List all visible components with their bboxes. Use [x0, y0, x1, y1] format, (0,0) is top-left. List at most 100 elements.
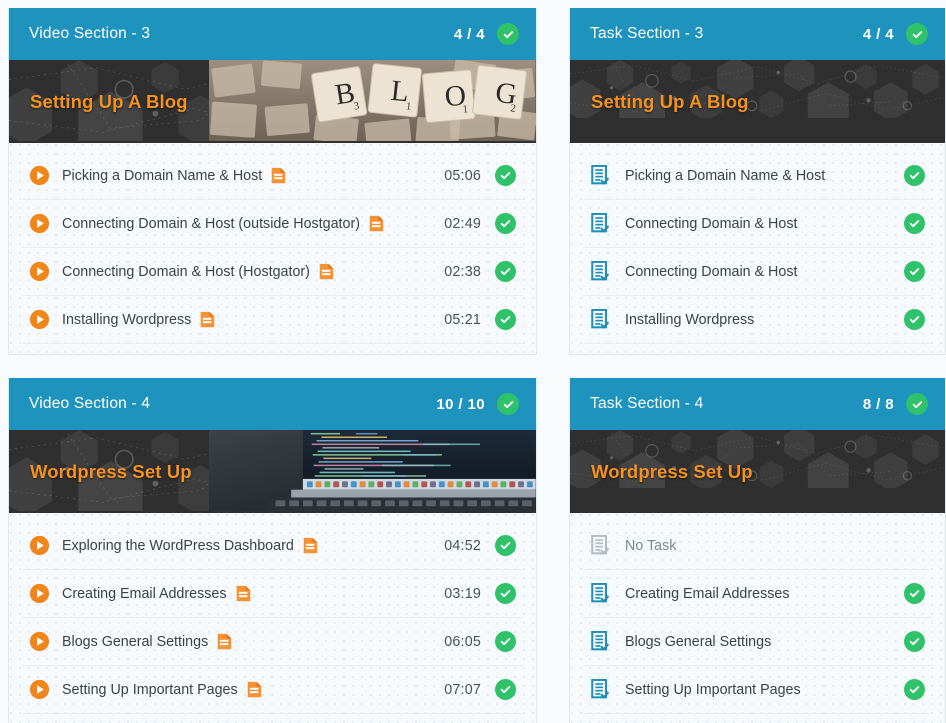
- task-list-item[interactable]: Installing Wordpress: [583, 296, 932, 344]
- completed-check-icon: [495, 583, 516, 604]
- item-label: Creating Email Addresses: [62, 585, 227, 602]
- task-document-icon[interactable]: [589, 164, 611, 187]
- video-list-item[interactable]: Exploring the WordPress Dashboard 04:52: [22, 522, 523, 570]
- task-list-item[interactable]: Connecting Domain & Host: [583, 248, 932, 296]
- play-icon[interactable]: [28, 213, 50, 235]
- play-icon[interactable]: [28, 261, 50, 283]
- completed-check-icon: [906, 23, 928, 45]
- item-duration: 02:49: [444, 215, 481, 232]
- lesson-list: Exploring the WordPress Dashboard 04:52 Cr…: [9, 513, 536, 723]
- completed-check-icon: [904, 309, 925, 330]
- video-list-item[interactable]: Connecting Domain & Host (Hostgator) 02:3…: [22, 248, 523, 296]
- video-list-item[interactable]: Picking a Domain Name & Host 05:06: [22, 152, 523, 200]
- item-duration: 05:21: [444, 311, 481, 328]
- item-label: Blogs General Settings: [625, 633, 772, 650]
- banner-title: Setting Up A Blog: [591, 90, 749, 112]
- list-top-spacer: [22, 143, 523, 152]
- item-duration: 07:07: [444, 681, 481, 698]
- panel-header[interactable]: Video Section - 3 4 / 4: [9, 8, 536, 60]
- completed-check-icon: [904, 583, 925, 604]
- list-top-spacer: [583, 143, 932, 152]
- panel-title: Video Section - 3: [29, 25, 151, 42]
- item-label: Setting Up Important Pages: [62, 681, 238, 698]
- panel-header[interactable]: Video Section - 4 10 / 10: [9, 378, 536, 430]
- item-duration: 04:52: [444, 537, 481, 554]
- section-panel-task-section-3: Task Section - 3 4 / 4 Setting Up A Blog Pi…: [569, 8, 946, 355]
- attachment-document-icon[interactable]: [236, 585, 251, 602]
- task-document-icon[interactable]: [589, 212, 611, 235]
- item-label: Connecting Domain & Host: [625, 215, 798, 232]
- completed-check-icon: [904, 261, 925, 282]
- completed-check-icon: [495, 261, 516, 282]
- item-duration: 03:19: [444, 585, 481, 602]
- list-bottom-spacer: [583, 344, 932, 354]
- completed-check-icon: [904, 679, 925, 700]
- task-document-icon[interactable]: [589, 260, 611, 283]
- completed-check-icon: [495, 631, 516, 652]
- item-label: Connecting Domain & Host (Hostgator): [62, 263, 310, 280]
- list-top-spacer: [583, 513, 932, 522]
- task-document-icon[interactable]: [589, 582, 611, 605]
- task-document-icon[interactable]: [589, 678, 611, 701]
- item-label: Creating Email Addresses: [625, 585, 790, 602]
- lesson-list: No Task Creating Email Addresses Blogs Gen…: [570, 513, 945, 723]
- task-document-icon[interactable]: [589, 534, 611, 557]
- play-icon[interactable]: [28, 583, 50, 605]
- play-icon[interactable]: [28, 535, 50, 557]
- panel-header[interactable]: Task Section - 4 8 / 8: [570, 378, 945, 430]
- video-list-item[interactable]: Setting Up Important Pages 07:07: [22, 666, 523, 714]
- play-icon[interactable]: [28, 679, 50, 701]
- attachment-document-icon[interactable]: [319, 263, 334, 280]
- attachment-document-icon[interactable]: [271, 167, 286, 184]
- panel-title: Task Section - 4: [590, 395, 704, 412]
- video-list-item[interactable]: Blogs General Settings 06:05: [22, 618, 523, 666]
- item-label: Picking a Domain Name & Host: [62, 167, 263, 184]
- panel-progress-count: 10 / 10: [436, 395, 485, 413]
- scrabble-blog-tiles-photo: B3 L1 O1 G2: [209, 60, 536, 142]
- item-label: Installing Wordpress: [625, 311, 755, 328]
- attachment-document-icon[interactable]: [217, 633, 232, 650]
- task-document-icon[interactable]: [589, 308, 611, 331]
- attachment-document-icon[interactable]: [369, 215, 384, 232]
- completed-check-icon: [495, 165, 516, 186]
- item-label: Connecting Domain & Host: [625, 263, 798, 280]
- task-list-item[interactable]: No Task: [583, 522, 932, 570]
- panel-title: Task Section - 3: [590, 25, 704, 42]
- task-document-icon[interactable]: [589, 630, 611, 653]
- completed-check-icon: [495, 213, 516, 234]
- laptop-code-photo: [209, 430, 536, 512]
- section-panel-video-section-4: Video Section - 4 10 / 10 Wordpress Set Up…: [8, 378, 537, 723]
- task-list-item[interactable]: Creating Email Addresses: [583, 570, 932, 618]
- play-icon[interactable]: [28, 165, 50, 187]
- panel-progress-count: 4 / 4: [862, 25, 894, 43]
- completed-check-icon: [904, 213, 925, 234]
- panel-progress-count: 4 / 4: [453, 25, 485, 43]
- completed-check-icon: [904, 631, 925, 652]
- list-top-spacer: [22, 513, 523, 522]
- item-label: Setting Up Important Pages: [625, 681, 801, 698]
- play-icon[interactable]: [28, 309, 50, 331]
- item-label: Exploring the WordPress Dashboard: [62, 537, 294, 554]
- task-list-item[interactable]: Setting Up Important Pages: [583, 666, 932, 714]
- video-list-item[interactable]: Creating Email Addresses 03:19: [22, 570, 523, 618]
- task-list-item[interactable]: Connecting Domain & Host: [583, 200, 932, 248]
- item-label: No Task: [625, 537, 677, 554]
- panel-grid: Video Section - 3 4 / 4 B 3 L 1 O 1 G 2 Setting Up…: [8, 8, 946, 723]
- list-bottom-spacer: [583, 714, 932, 723]
- video-list-item[interactable]: Connecting Domain & Host (outside Hostga…: [22, 200, 523, 248]
- panel-header[interactable]: Task Section - 3 4 / 4: [570, 8, 945, 60]
- item-label: Blogs General Settings: [62, 633, 209, 650]
- video-list-item[interactable]: Installing Wordpress 05:21: [22, 296, 523, 344]
- list-bottom-spacer: [22, 344, 523, 354]
- attachment-document-icon[interactable]: [303, 537, 318, 554]
- item-duration: 02:38: [444, 263, 481, 280]
- completed-check-icon: [495, 535, 516, 556]
- list-bottom-spacer: [22, 714, 523, 723]
- task-list-item[interactable]: Blogs General Settings: [583, 618, 932, 666]
- lesson-list: Picking a Domain Name & Host 05:06 Connect…: [9, 143, 536, 354]
- panel-progress-count: 8 / 8: [862, 395, 894, 413]
- attachment-document-icon[interactable]: [200, 311, 215, 328]
- attachment-document-icon[interactable]: [247, 681, 262, 698]
- play-icon[interactable]: [28, 631, 50, 653]
- task-list-item[interactable]: Picking a Domain Name & Host: [583, 152, 932, 200]
